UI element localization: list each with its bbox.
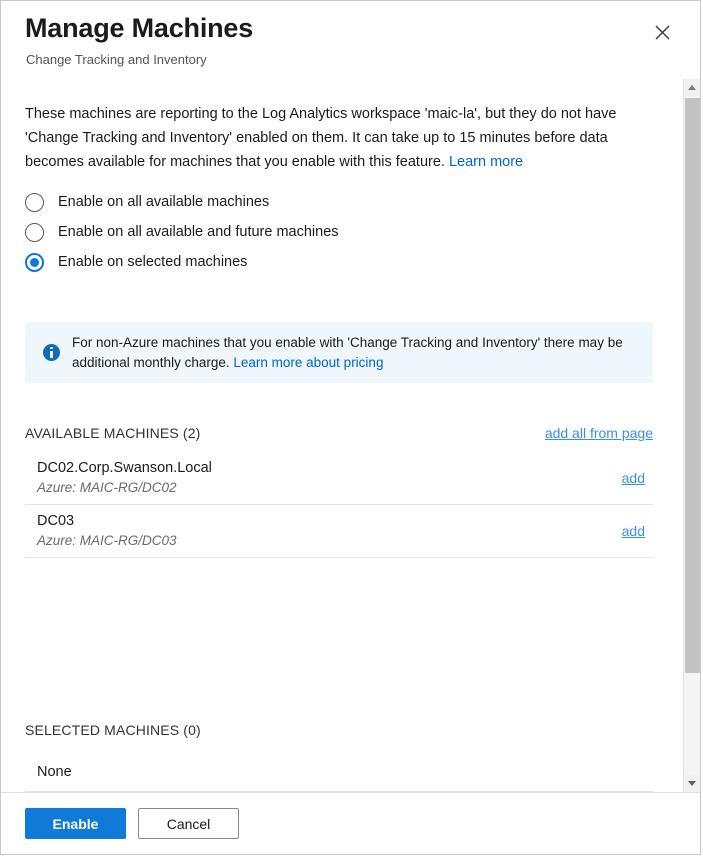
- add-all-from-page-link[interactable]: add all from page: [545, 425, 653, 441]
- dialog-subtitle: Change Tracking and Inventory: [26, 52, 207, 67]
- radio-option-selected-machines[interactable]: Enable on selected machines: [25, 247, 339, 277]
- close-button[interactable]: [649, 19, 675, 45]
- add-machine-link[interactable]: add: [622, 470, 645, 486]
- cancel-button[interactable]: Cancel: [138, 808, 239, 839]
- dialog-header: Manage Machines Change Tracking and Inve…: [1, 1, 700, 79]
- list-item: None: [25, 752, 653, 792]
- available-machines-header: AVAILABLE MACHINES (2) add all from page: [25, 425, 653, 441]
- radio-mark-selected-icon: [25, 252, 44, 272]
- dialog-footer: Enable Cancel: [1, 792, 700, 854]
- chevron-up-icon: [688, 85, 696, 90]
- learn-more-link[interactable]: Learn more: [449, 154, 523, 170]
- selected-machines-list: None: [25, 752, 653, 792]
- chevron-down-icon: [688, 781, 696, 786]
- close-icon: [655, 25, 670, 40]
- add-machine-link[interactable]: add: [622, 523, 645, 539]
- radio-option-all-available[interactable]: Enable on all available machines: [25, 187, 339, 217]
- radio-option-label: Enable on selected machines: [58, 254, 248, 270]
- scrollbar-thumb[interactable]: [685, 98, 700, 673]
- description-paragraph: These machines are reporting to the Log …: [25, 102, 653, 174]
- pricing-info-banner: For non-Azure machines that you enable w…: [25, 322, 653, 383]
- table-row[interactable]: DC02.Corp.Swanson.Local Azure: MAIC-RG/D…: [25, 452, 653, 505]
- radio-mark-icon: [25, 222, 44, 242]
- manage-machines-dialog: Manage Machines Change Tracking and Inve…: [0, 0, 701, 855]
- scroll-up-button[interactable]: [684, 79, 700, 96]
- selected-machines-empty-label: None: [37, 763, 72, 780]
- scroll-down-button[interactable]: [684, 775, 700, 792]
- description-text: These machines are reporting to the Log …: [25, 106, 617, 170]
- machine-detail: Azure: MAIC-RG/DC03: [37, 533, 177, 548]
- available-machines-list: DC02.Corp.Swanson.Local Azure: MAIC-RG/D…: [25, 452, 653, 558]
- dialog-body: These machines are reporting to the Log …: [1, 79, 700, 792]
- enable-scope-radio-group: Enable on all available machines Enable …: [25, 187, 339, 277]
- radio-option-label: Enable on all available and future machi…: [58, 224, 339, 240]
- machine-detail: Azure: MAIC-RG/DC02: [37, 480, 177, 495]
- page-title: Manage Machines: [25, 13, 254, 43]
- selected-machines-title: SELECTED MACHINES (0): [25, 722, 201, 738]
- radio-option-label: Enable on all available machines: [58, 194, 270, 210]
- enable-button[interactable]: Enable: [25, 808, 126, 839]
- radio-mark-icon: [25, 192, 44, 212]
- table-row[interactable]: DC03 Azure: MAIC-RG/DC03 add: [25, 505, 653, 558]
- info-icon: [43, 344, 60, 361]
- available-machines-title: AVAILABLE MACHINES (2): [25, 425, 201, 441]
- vertical-scrollbar[interactable]: [683, 79, 700, 792]
- machine-info: DC03 Azure: MAIC-RG/DC03: [37, 511, 177, 551]
- selected-machines-header: SELECTED MACHINES (0): [25, 722, 653, 738]
- learn-more-pricing-link[interactable]: Learn more about pricing: [233, 355, 383, 370]
- machine-name: DC03: [37, 513, 75, 529]
- machine-info: DC02.Corp.Swanson.Local Azure: MAIC-RG/D…: [37, 458, 212, 498]
- radio-option-all-available-and-future[interactable]: Enable on all available and future machi…: [25, 217, 339, 247]
- banner-text: For non-Azure machines that you enable w…: [72, 333, 637, 373]
- machine-name: DC02.Corp.Swanson.Local: [37, 460, 212, 476]
